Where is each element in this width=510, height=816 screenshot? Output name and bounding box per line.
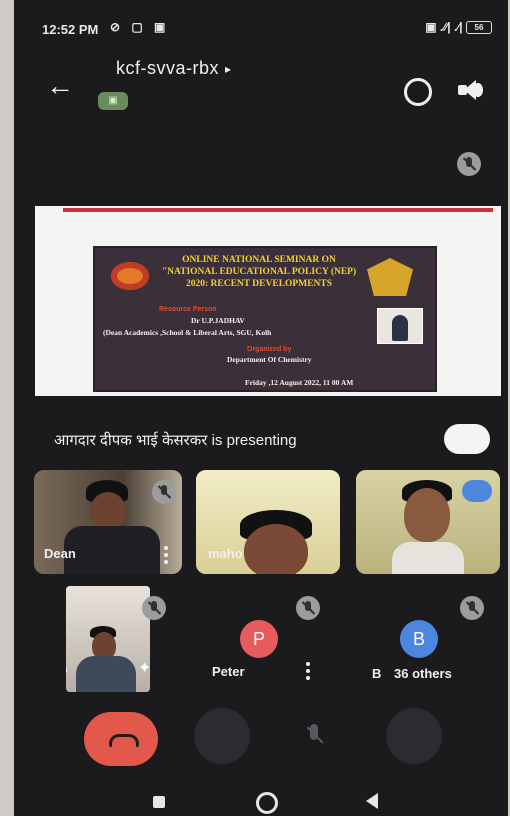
chevron-right-icon: ▸ bbox=[225, 62, 232, 77]
person-body bbox=[76, 656, 136, 692]
person-head bbox=[244, 524, 308, 574]
meeting-header: ← kcf-svva-rbx ▸ ▣ bbox=[14, 52, 508, 112]
back-icon[interactable] bbox=[366, 793, 378, 809]
more-vert-icon[interactable] bbox=[164, 546, 168, 564]
person-body bbox=[64, 526, 160, 574]
participant-tile[interactable]: Dean bbox=[34, 470, 182, 574]
battery-icon: 56 bbox=[466, 21, 492, 35]
participant-name: Yo bbox=[66, 662, 68, 677]
status-time: 12:52 PM bbox=[42, 22, 99, 37]
slide-speaker-role: (Dean Academics ,School & Liberal Arts, … bbox=[103, 328, 272, 337]
slide-title: Online National Seminar on "National Edu… bbox=[161, 255, 357, 289]
recent-apps-icon[interactable] bbox=[153, 796, 165, 808]
signal-icon: ▣ .∕∕| .∕| bbox=[425, 20, 463, 34]
person-body bbox=[392, 542, 464, 574]
switch-camera-icon[interactable] bbox=[404, 78, 432, 106]
camera-button[interactable] bbox=[194, 708, 250, 764]
presentation-toggle[interactable] bbox=[444, 424, 490, 454]
speaking-indicator-icon bbox=[462, 480, 492, 502]
slide-resource-label: Resource Person bbox=[159, 306, 217, 313]
mic-off-icon bbox=[460, 596, 484, 620]
college-logo-icon bbox=[111, 262, 149, 290]
speaker-icon[interactable] bbox=[458, 80, 483, 100]
mic-off-icon bbox=[152, 480, 176, 504]
participant-tile[interactable]: P Peter bbox=[196, 586, 340, 692]
participant-name: B bbox=[372, 666, 382, 681]
person-head bbox=[90, 492, 126, 530]
participant-tile[interactable] bbox=[356, 470, 500, 574]
others-count: 36 others bbox=[394, 666, 452, 681]
notification-icons: ⊘ ▢ ▣ bbox=[110, 20, 170, 34]
participant-avatar: B bbox=[400, 620, 438, 658]
more-vert-icon[interactable] bbox=[306, 662, 310, 680]
system-nav-bar bbox=[14, 780, 508, 816]
mic-off-icon bbox=[296, 596, 320, 620]
participant-name: Peter bbox=[212, 664, 245, 679]
participant-name: Dean bbox=[44, 546, 76, 561]
slide-department: Department Of Chemistry bbox=[227, 355, 312, 364]
participant-tile[interactable]: maho bbox=[196, 470, 340, 574]
presenter-mic-off-icon bbox=[457, 152, 481, 176]
meeting-code-text: kcf-svva-rbx bbox=[116, 58, 220, 78]
badge-icon: ▣ bbox=[98, 92, 128, 110]
slide-topline bbox=[63, 208, 493, 212]
mic-off-icon bbox=[142, 596, 166, 620]
back-arrow-icon[interactable]: ← bbox=[46, 72, 74, 100]
hang-up-icon bbox=[109, 734, 139, 747]
home-icon[interactable] bbox=[256, 792, 278, 814]
slide-speaker: Dr U.P.JADHAV bbox=[191, 316, 245, 325]
effects-sparkle-icon[interactable]: ✦ bbox=[138, 658, 150, 678]
meeting-code[interactable]: kcf-svva-rbx ▸ bbox=[116, 58, 232, 79]
seminar-slide: Online National Seminar on "National Edu… bbox=[93, 246, 437, 392]
shared-screen[interactable]: Online National Seminar on "National Edu… bbox=[35, 206, 501, 396]
others-tile[interactable]: B B 36 others bbox=[356, 586, 500, 692]
mic-button[interactable] bbox=[292, 708, 348, 764]
status-bar: 12:52 PM ⊘ ▢ ▣ ▣ .∕∕| .∕| 56 bbox=[14, 14, 508, 40]
university-crest-icon bbox=[367, 258, 413, 296]
presenting-label: आगदार दीपक भाई केसरकर is presenting bbox=[54, 432, 297, 449]
slide-organizer-label: Organized by bbox=[247, 346, 292, 353]
more-options-button[interactable] bbox=[386, 708, 442, 764]
self-view-tile[interactable]: Yo ✦ bbox=[66, 586, 150, 692]
presenting-row: आगदार दीपक भाई केसरकर is presenting bbox=[14, 424, 508, 454]
signal-icons: ▣ .∕∕| .∕| 56 bbox=[425, 20, 492, 35]
phone-screen: 12:52 PM ⊘ ▢ ▣ ▣ .∕∕| .∕| 56 ← kcf-svva-… bbox=[14, 0, 508, 816]
speaker-photo bbox=[377, 308, 423, 344]
end-call-button[interactable] bbox=[84, 712, 158, 766]
slide-date: Friday ,12 August 2022, 11 00 AM bbox=[245, 378, 354, 387]
person-head bbox=[404, 488, 450, 542]
participant-avatar: P bbox=[240, 620, 278, 658]
participant-name: maho bbox=[208, 546, 243, 561]
